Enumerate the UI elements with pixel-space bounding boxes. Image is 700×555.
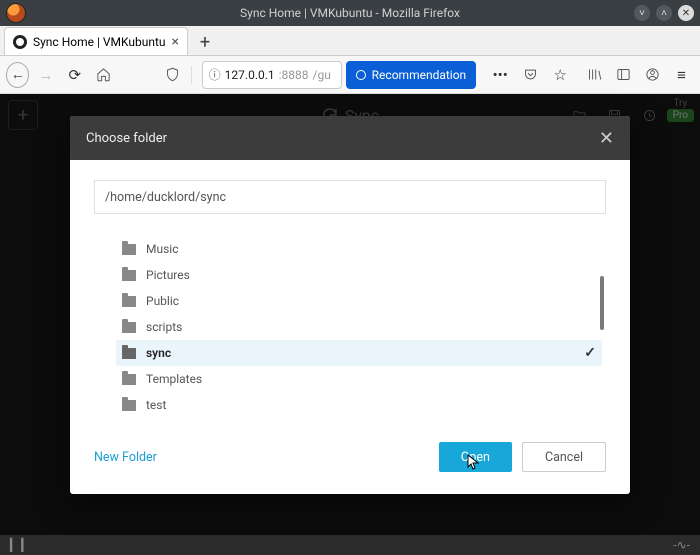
cancel-button-label: Cancel <box>545 450 583 465</box>
account-icon <box>645 67 660 82</box>
site-info-icon: ⓘ <box>209 66 221 83</box>
folder-row[interactable]: test <box>116 392 602 418</box>
folder-row[interactable]: Pictures <box>116 262 602 288</box>
url-port: :8888 <box>279 68 309 82</box>
folder-icon <box>122 322 136 333</box>
sidebar-icon <box>616 67 631 82</box>
reload-button[interactable]: ⟳ <box>62 61 87 89</box>
account-button[interactable] <box>640 61 665 89</box>
home-button[interactable] <box>91 61 116 89</box>
lightbulb-icon <box>356 70 366 80</box>
window-minimize-button[interactable]: ˅ <box>634 5 650 21</box>
window-titlebar: Sync Home | VMKubuntu - Mozilla Firefox … <box>0 0 700 26</box>
open-button-label: Open <box>461 450 490 465</box>
folder-path-input[interactable] <box>94 180 606 214</box>
pocket-icon <box>523 67 538 82</box>
modal-header: Choose folder ✕ <box>70 116 630 160</box>
url-host: 127.0.0.1 <box>225 68 275 82</box>
shield-icon <box>165 67 180 82</box>
folder-name: Music <box>146 242 178 256</box>
folder-name: Templates <box>146 372 202 386</box>
app-page: + Sync Try Pro Choose folder ✕ <box>0 94 700 535</box>
folder-row[interactable]: Templates <box>116 366 602 392</box>
window-title: Sync Home | VMKubuntu - Mozilla Firefox <box>240 6 460 20</box>
tab-close-button[interactable]: × <box>172 34 179 50</box>
pause-icon[interactable]: ▎▎ <box>10 538 32 552</box>
library-button[interactable] <box>582 61 607 89</box>
folder-name: sync <box>146 346 171 360</box>
folder-icon <box>122 270 136 281</box>
modal-close-button[interactable]: ✕ <box>599 128 614 149</box>
folder-list: Music Pictures Public scripts sync ✓ Templates… <box>94 230 606 420</box>
library-icon <box>587 67 602 82</box>
scrollbar-thumb[interactable] <box>600 276 604 330</box>
open-button[interactable]: Open <box>439 442 512 472</box>
tab-title: Sync Home | VMKubuntu <box>33 35 166 49</box>
cancel-button[interactable]: Cancel <box>522 442 606 472</box>
folder-row[interactable]: Music <box>116 236 602 262</box>
folder-icon <box>122 244 136 255</box>
recommendation-label: Recommendation <box>372 68 467 82</box>
folder-icon <box>122 400 136 411</box>
activity-icon: -∿- <box>673 538 690 552</box>
window-close-button[interactable]: ✕ <box>678 5 694 21</box>
pocket-button[interactable] <box>516 61 544 89</box>
window-maximize-button[interactable]: ˄ <box>656 5 672 21</box>
browser-tabstrip: Sync Home | VMKubuntu × + <box>0 26 700 56</box>
folder-row[interactable]: sync ✓ <box>116 340 602 366</box>
page-actions-button[interactable]: ••• <box>486 61 514 89</box>
modal-title: Choose folder <box>86 131 167 146</box>
folder-name: test <box>146 398 166 412</box>
folder-icon <box>122 296 136 307</box>
app-menu-button[interactable]: ≡ <box>669 61 694 89</box>
folder-icon <box>122 374 136 385</box>
url-bar[interactable]: ⓘ 127.0.0.1 :8888/gu <box>202 61 342 89</box>
home-icon <box>96 67 111 82</box>
firefox-icon <box>6 3 26 23</box>
folder-row[interactable]: scripts <box>116 314 602 340</box>
new-folder-link[interactable]: New Folder <box>94 450 157 465</box>
site-security-button[interactable] <box>160 61 185 89</box>
browser-navbar: ← → ⟳ ⓘ 127.0.0.1 :8888/gu Recommendation… <box>0 56 700 94</box>
new-tab-button[interactable]: + <box>192 29 218 55</box>
url-path: /gu <box>313 68 331 82</box>
folder-icon <box>122 348 136 359</box>
forward-button[interactable]: → <box>33 61 58 89</box>
check-icon: ✓ <box>584 345 596 361</box>
tab-favicon-icon <box>13 35 27 49</box>
sidebar-button[interactable] <box>611 61 636 89</box>
browser-tab[interactable]: Sync Home | VMKubuntu × <box>4 27 188 55</box>
bookmark-button[interactable]: ☆ <box>546 61 574 89</box>
back-button[interactable]: ← <box>6 62 29 88</box>
folder-name: scripts <box>146 320 182 334</box>
folder-name: Public <box>146 294 179 308</box>
status-bar: ▎▎ -∿- <box>0 535 700 555</box>
recommendation-button[interactable]: Recommendation <box>346 61 477 89</box>
modal-overlay: Choose folder ✕ Music Pictures Public scrip… <box>0 94 700 535</box>
folder-row[interactable]: Public <box>116 288 602 314</box>
modal-footer: New Folder Open Cancel <box>70 426 630 494</box>
choose-folder-modal: Choose folder ✕ Music Pictures Public scrip… <box>70 116 630 494</box>
folder-name: Pictures <box>146 268 190 282</box>
